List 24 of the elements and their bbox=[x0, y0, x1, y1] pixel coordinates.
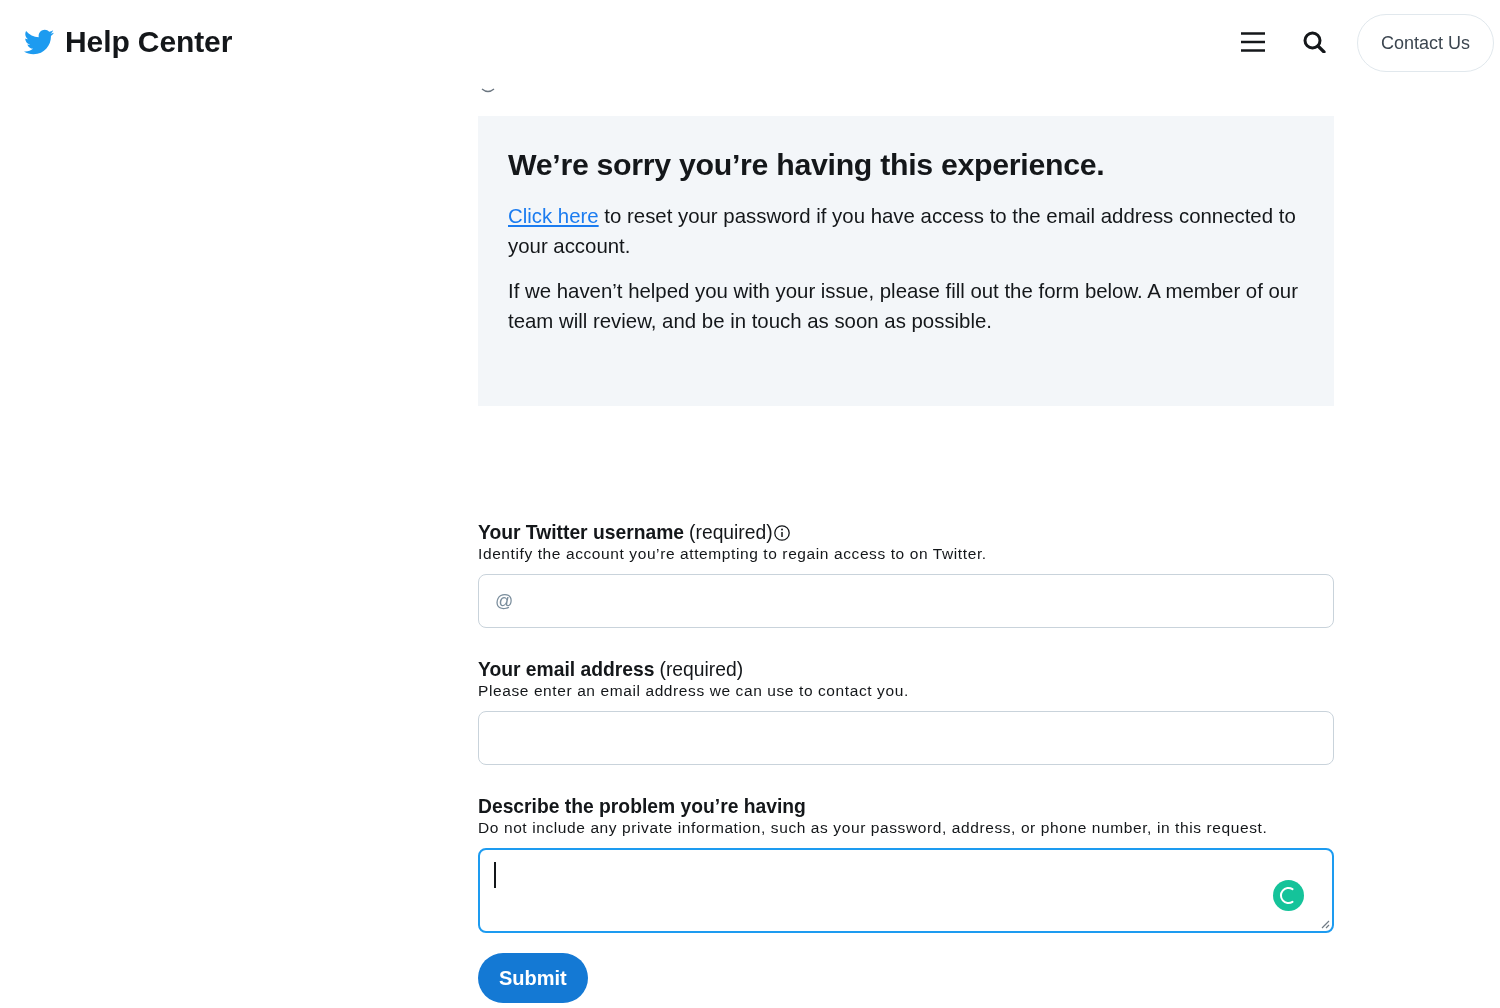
crescent-badge-icon[interactable] bbox=[1273, 880, 1304, 911]
submit-button[interactable]: Submit bbox=[478, 953, 588, 1003]
arc-icon bbox=[481, 88, 495, 94]
contact-us-button[interactable]: Contact Us bbox=[1356, 14, 1494, 72]
notice-paragraph: Click here to reset your password if you have access to the email address connected to your account. bbox=[508, 204, 1297, 259]
field-description: Please enter an email address we can use to contact you. bbox=[478, 681, 910, 701]
search-icon[interactable] bbox=[1302, 31, 1326, 53]
field-label: Your email address (required) bbox=[478, 659, 744, 681]
text-input[interactable] bbox=[478, 711, 1334, 765]
notice-heading: We’re sorry you’re having this experience. bbox=[508, 148, 1106, 182]
text-input[interactable]: @ bbox=[478, 574, 1334, 628]
notice-paragraph: If we haven’t helped you with your issue, please fill out the form below. A member of our team will review, and be in touch as soon as possible. bbox=[508, 279, 1299, 334]
text-cursor-icon bbox=[494, 862, 496, 888]
site-title[interactable]: Help Center bbox=[65, 25, 233, 59]
field-label: Your Twitter username (required) bbox=[478, 522, 773, 544]
menu-icon[interactable] bbox=[1240, 32, 1265, 52]
field-description: Do not include any private information, such as your password, address, or phone number, in this request. bbox=[478, 818, 1269, 838]
info-icon[interactable] bbox=[773, 525, 790, 541]
resize-handle-icon[interactable] bbox=[1321, 920, 1330, 929]
field-label: Describe the problem you’re having bbox=[478, 796, 806, 818]
problem-textarea[interactable] bbox=[478, 848, 1334, 933]
reset-password-link[interactable]: Click here bbox=[508, 205, 599, 227]
field-description: Identify the account you’re attempting to regain access to on Twitter. bbox=[478, 544, 988, 564]
bird-icon[interactable] bbox=[22, 27, 56, 57]
